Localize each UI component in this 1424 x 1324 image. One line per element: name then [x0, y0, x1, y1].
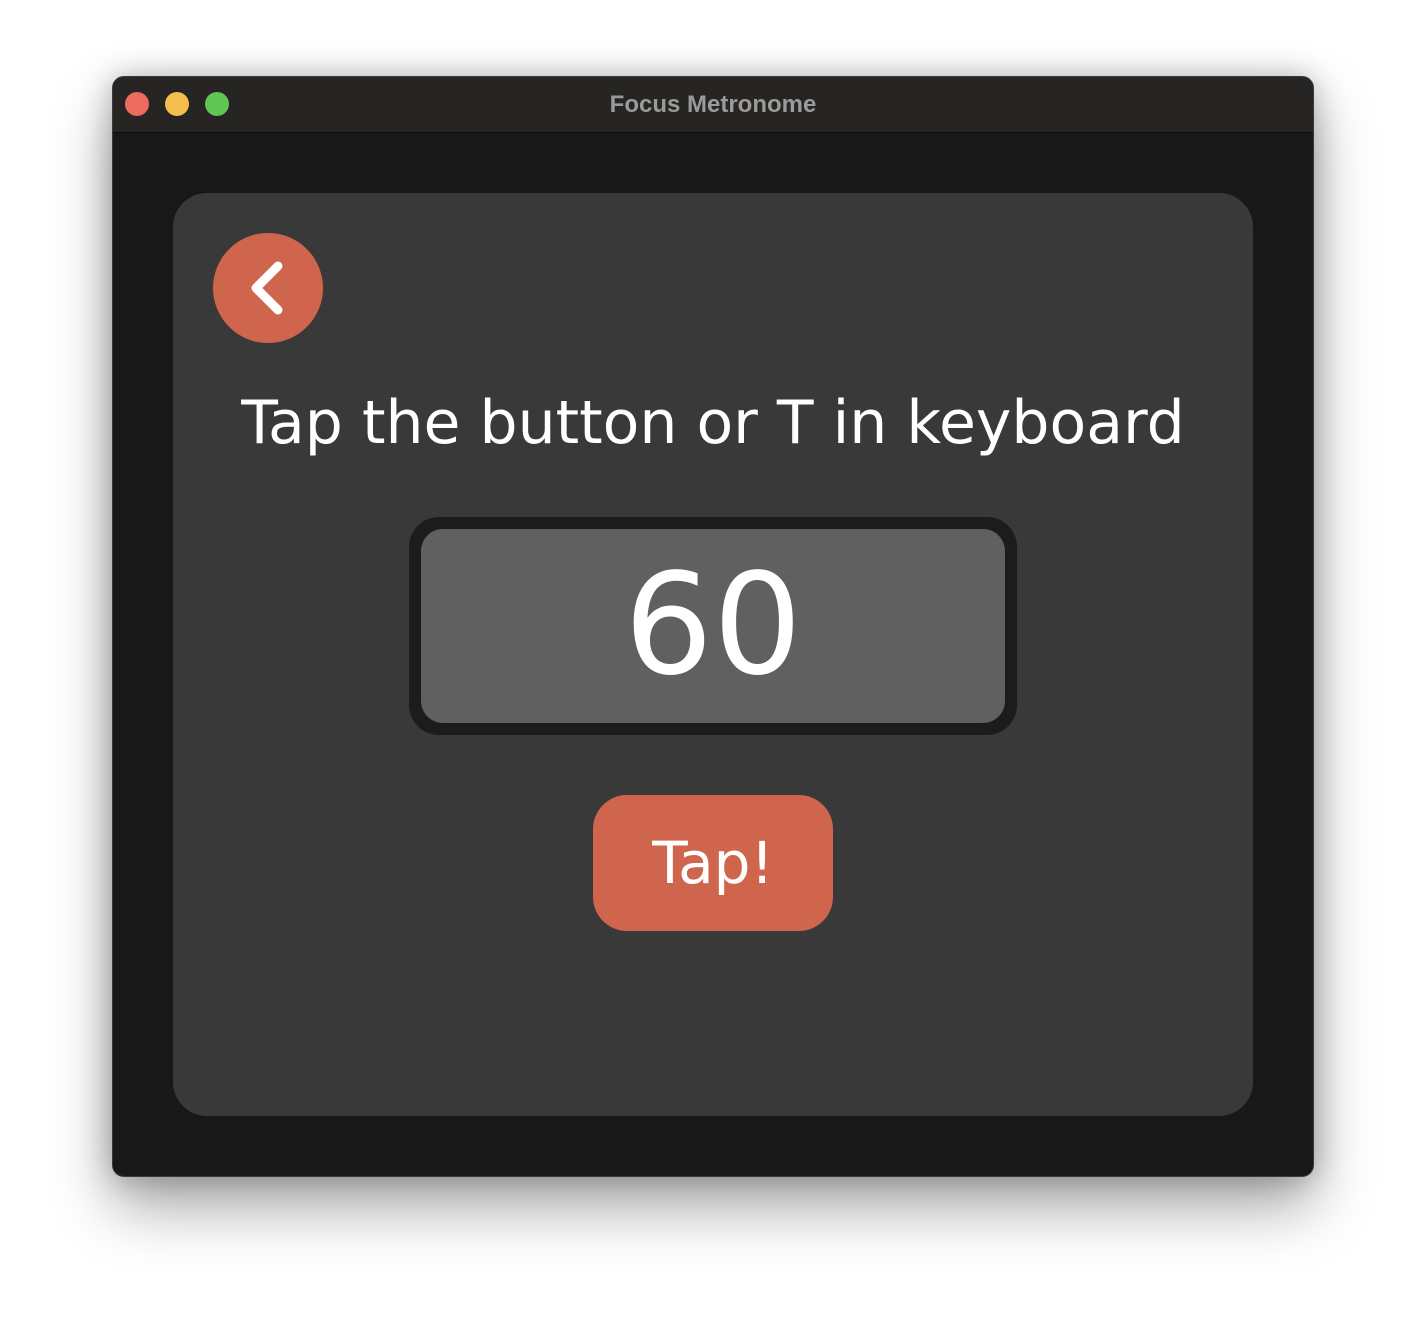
tap-tempo-panel: Tap the button or T in keyboard 60 Tap!: [173, 193, 1253, 1116]
instruction-text: Tap the button or T in keyboard: [241, 388, 1185, 458]
app-window: Focus Metronome Tap the button or T in k…: [112, 76, 1314, 1177]
bpm-display-frame: 60: [409, 517, 1017, 735]
window-title: Focus Metronome: [609, 91, 817, 118]
chevron-left-icon: [251, 261, 283, 315]
tap-button[interactable]: Tap!: [593, 795, 833, 931]
title-bar: Focus Metronome: [113, 77, 1313, 133]
back-button[interactable]: [213, 233, 323, 343]
bpm-value: 60: [421, 529, 1005, 723]
